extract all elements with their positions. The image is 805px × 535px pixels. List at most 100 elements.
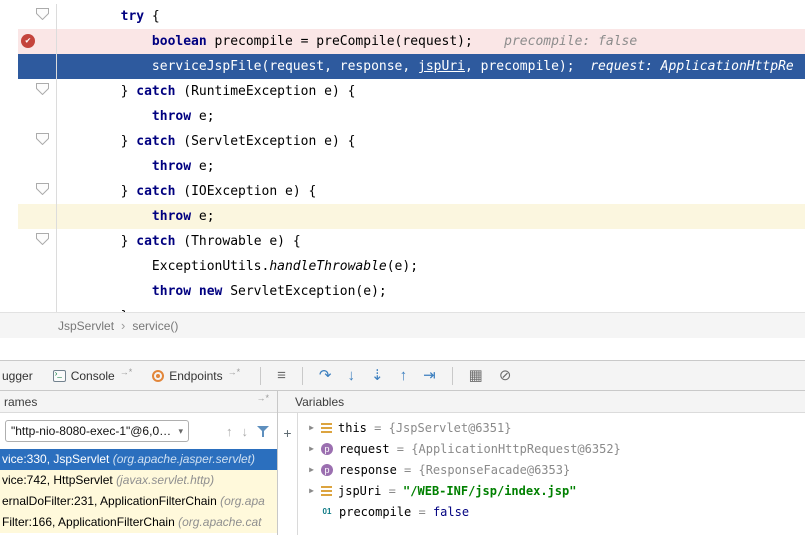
ide-debug-window: try {✔ boolean precompile = preCompile(r… <box>0 0 805 535</box>
gutter <box>18 79 57 104</box>
debug-actions: ≡ ↷ ↓ ⇣ ↑ ⇥ ▦ ⊘ <box>260 367 511 385</box>
toolbar-separator <box>302 367 303 385</box>
mute-breakpoints-icon[interactable]: ⊘ <box>499 368 512 383</box>
gutter <box>18 254 57 279</box>
value-icon <box>321 423 332 433</box>
code-text: try { <box>57 4 805 29</box>
step-over-icon[interactable]: ↷ <box>319 368 332 383</box>
parameter-icon: p <box>321 443 333 455</box>
gutter <box>18 54 57 79</box>
expand-chevron-icon[interactable]: ▶ <box>304 486 319 495</box>
code-line[interactable]: } <box>0 304 805 312</box>
variables-header-label: Variables <box>295 395 344 409</box>
code-line[interactable]: } catch (RuntimeException e) { <box>0 79 805 104</box>
variable-row[interactable]: 01precompile = false <box>298 501 805 522</box>
debug-toolbar: ugger Console →* Endpoints →* ≡ ↷ ↓ ⇣ ↑ ⇥ ▦ ⊘ <box>0 360 805 391</box>
frames-jump-indicator: →* <box>256 393 269 403</box>
expand-chevron-icon[interactable]: ▶ <box>304 465 319 474</box>
breadcrumb-item-method[interactable]: service() <box>132 319 178 333</box>
frames-panel: rames →* "http-nio-8080-exec-1"@6,0… ▾ ↑… <box>0 391 278 535</box>
variable-name: jspUri <box>338 484 381 498</box>
gutter <box>18 129 57 154</box>
fold-marker-icon[interactable] <box>36 4 49 16</box>
tab-jump-indicator: →* <box>228 367 241 377</box>
gutter-edge <box>0 304 18 312</box>
variable-row[interactable]: ▶presponse = {ResponseFacade@6353} <box>298 459 805 480</box>
code-line[interactable]: serviceJspFile(request, response, jspUri… <box>0 54 805 79</box>
variable-row[interactable]: ▶this = {JspServlet@6351} <box>298 417 805 438</box>
variable-row[interactable]: ▶prequest = {ApplicationHttpRequest@6352… <box>298 438 805 459</box>
debug-panels: rames →* "http-nio-8080-exec-1"@6,0… ▾ ↑… <box>0 391 805 535</box>
variable-value: false <box>433 505 469 519</box>
code-line[interactable]: throw e; <box>0 204 805 229</box>
next-frame-button[interactable]: ↓ <box>242 424 249 439</box>
variables-tree: ▶this = {JspServlet@6351}▶prequest = {Ap… <box>298 413 805 535</box>
parameter-icon: p <box>321 464 333 476</box>
fold-marker-icon[interactable] <box>36 179 49 191</box>
tab-endpoints[interactable]: Endpoints →* <box>142 361 250 390</box>
code-line[interactable]: } catch (Throwable e) { <box>0 229 805 254</box>
tab-console[interactable]: Console →* <box>43 361 143 390</box>
code-line[interactable]: throw new ServletException(e); <box>0 279 805 304</box>
gutter-edge <box>0 54 18 79</box>
step-out-icon[interactable]: ↑ <box>400 368 408 383</box>
code-text: } catch (RuntimeException e) { <box>57 79 805 104</box>
frame-package: (org.apa <box>220 494 265 508</box>
expand-chevron-icon[interactable]: ▶ <box>304 444 319 453</box>
gutter <box>18 304 57 312</box>
variables-body: + ▶this = {JspServlet@6351}▶prequest = {… <box>278 413 805 535</box>
code-line[interactable]: } catch (IOException e) { <box>0 179 805 204</box>
stack-frame-row[interactable]: ernalDoFilter:231, ApplicationFilterChai… <box>0 491 277 512</box>
gutter <box>18 229 57 254</box>
frame-location: vice:742, HttpServlet <box>2 473 116 487</box>
stack-frame-row[interactable]: Filter:166, ApplicationFilterChain (org.… <box>0 512 277 533</box>
gutter-edge <box>0 154 18 179</box>
stack-frame-row[interactable]: vice:330, JspServlet (org.apache.jasper.… <box>0 449 277 470</box>
code-line[interactable]: throw e; <box>0 154 805 179</box>
code-text: } catch (Throwable e) { <box>57 229 805 254</box>
previous-frame-button[interactable]: ↑ <box>226 424 233 439</box>
gutter-edge <box>0 129 18 154</box>
gutter-edge <box>0 79 18 104</box>
fold-marker-icon[interactable] <box>36 79 49 91</box>
breakpoint-icon[interactable]: ✔ <box>21 34 35 48</box>
variable-row[interactable]: ▶jspUri = "/WEB-INF/jsp/index.jsp" <box>298 480 805 501</box>
stack-frame-row[interactable]: vice:742, HttpServlet (javax.servlet.htt… <box>0 470 277 491</box>
code-text: throw e; <box>57 204 805 229</box>
gutter <box>18 4 57 29</box>
variable-name: this <box>338 421 367 435</box>
view-breakpoints-icon[interactable]: ▦ <box>469 368 483 383</box>
code-line[interactable]: try { <box>0 4 805 29</box>
code-text: } <box>57 304 805 312</box>
endpoints-icon <box>152 370 164 382</box>
code-line[interactable]: ✔ boolean precompile = preCompile(reques… <box>0 29 805 54</box>
step-into-icon[interactable]: ↓ <box>347 368 355 383</box>
gutter-edge <box>0 179 18 204</box>
tab-debugger[interactable]: ugger <box>0 361 43 390</box>
new-watch-button[interactable]: + <box>283 425 291 441</box>
fold-marker-icon[interactable] <box>36 129 49 141</box>
code-text: throw e; <box>57 154 805 179</box>
gutter-edge <box>0 229 18 254</box>
code-line[interactable]: } catch (ServletException e) { <box>0 129 805 154</box>
gutter <box>18 204 57 229</box>
hide-library-frames-filter-icon[interactable] <box>257 425 269 438</box>
layout-settings-icon[interactable]: ≡ <box>277 368 286 383</box>
fold-marker-icon[interactable] <box>36 229 49 241</box>
chevron-right-icon: › <box>121 318 125 333</box>
breadcrumb-item-class[interactable]: JspServlet <box>58 319 114 333</box>
run-to-cursor-icon[interactable]: ⇥ <box>423 368 436 383</box>
code-editor: try {✔ boolean precompile = preCompile(r… <box>0 0 805 312</box>
frame-package: (javax.servlet.http) <box>116 473 214 487</box>
variable-value: {ResponseFacade@6353} <box>418 463 570 477</box>
code-line[interactable]: throw e; <box>0 104 805 129</box>
tab-jump-indicator: →* <box>120 367 133 377</box>
variables-toolbar: + <box>278 413 298 535</box>
expand-chevron-icon[interactable]: ▶ <box>304 423 319 432</box>
thread-selector[interactable]: "http-nio-8080-exec-1"@6,0… ▾ <box>5 420 189 442</box>
frame-list: vice:330, JspServlet (org.apache.jasper.… <box>0 449 277 535</box>
force-step-into-icon[interactable]: ⇣ <box>371 368 384 383</box>
editor-toolwindow-splitter[interactable] <box>0 338 805 360</box>
tab-label: ugger <box>2 369 33 383</box>
code-line[interactable]: ExceptionUtils.handleThrowable(e); <box>0 254 805 279</box>
